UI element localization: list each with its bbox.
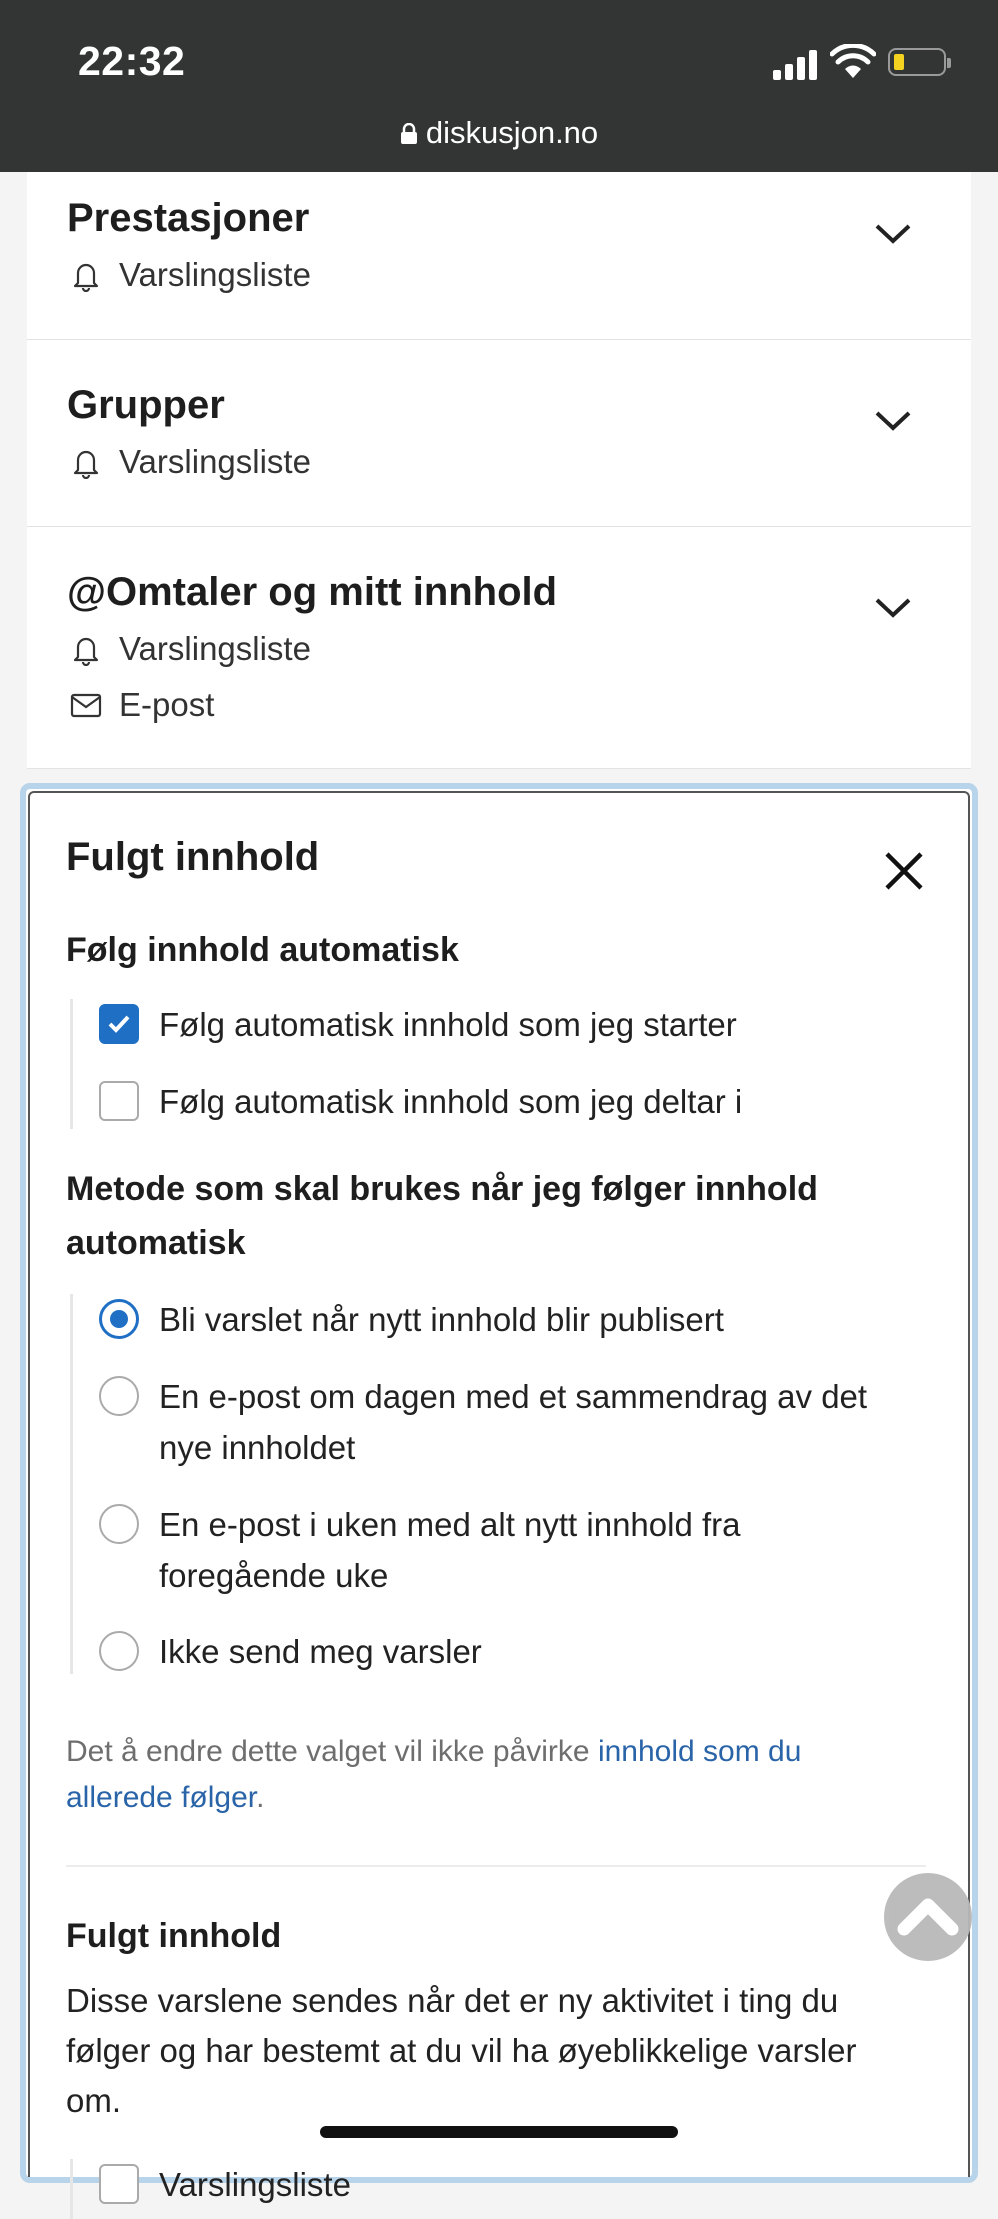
- option-label: En e-post i uken med alt nytt innhold fr…: [159, 1506, 741, 1594]
- notification-list-row: Varslingsliste: [69, 629, 311, 669]
- checkbox-unchecked[interactable]: [99, 2164, 139, 2204]
- option-label: Følg automatisk innhold som jeg deltar i: [159, 1083, 743, 1120]
- method-instant-option[interactable]: Bli varslet når nytt innhold blir publis…: [99, 1294, 879, 1345]
- auto-follow-participated-option[interactable]: Følg automatisk innhold som jeg deltar i: [99, 1076, 879, 1127]
- change-note: Det å endre dette valget vil ikke påvirk…: [66, 1729, 896, 1821]
- method-none-option[interactable]: Ikke send meg varsler: [99, 1626, 879, 1677]
- note-text: Det å endre dette valget vil ikke påvirk…: [66, 1735, 598, 1768]
- bell-icon: [73, 450, 99, 479]
- section-title: @Omtaler og mitt innhold: [67, 570, 558, 614]
- radio-selected[interactable]: [99, 1299, 139, 1339]
- option-label: Ikke send meg varsler: [159, 1633, 482, 1670]
- row-label: Varslingsliste: [119, 443, 311, 480]
- notification-list-row: Varslingsliste: [69, 442, 311, 482]
- radio-unselected[interactable]: [99, 1504, 139, 1544]
- checkmark-icon: [108, 1015, 130, 1033]
- section-title: Grupper: [67, 383, 225, 427]
- checkbox-checked[interactable]: [99, 1004, 139, 1044]
- notification-list-row: Varslingsliste: [69, 255, 311, 295]
- section-mentions[interactable]: @Omtaler og mitt innhold Varslingsliste …: [27, 527, 971, 769]
- status-bar: 22:32 diskusjon.no: [0, 0, 998, 172]
- row-label: Varslingsliste: [119, 630, 311, 667]
- section-prestasjoner[interactable]: Prestasjoner Varslingsliste: [27, 172, 971, 340]
- divider: [66, 1865, 926, 1867]
- method-heading: Metode som skal brukes når jeg følger in…: [66, 1170, 818, 1262]
- method-weekly-option[interactable]: En e-post i uken med alt nytt innhold fr…: [99, 1499, 879, 1601]
- radio-unselected[interactable]: [99, 1376, 139, 1416]
- option-label: Bli varslet når nytt innhold blir publis…: [159, 1301, 724, 1338]
- status-time: 22:32: [78, 38, 186, 84]
- bell-icon: [73, 637, 99, 666]
- address-bar[interactable]: diskusjon.no: [0, 115, 998, 151]
- panel-title: Fulgt innhold: [66, 835, 320, 879]
- chevron-down-icon[interactable]: [873, 222, 913, 246]
- method-daily-option[interactable]: En e-post om dagen med et sammendrag av …: [99, 1371, 879, 1473]
- chevron-up-icon: [897, 1898, 959, 1936]
- auto-follow-options: Følg automatisk innhold som jeg starter …: [70, 999, 742, 1129]
- option-label: Varslingsliste: [159, 2166, 351, 2203]
- row-label: Varslingsliste: [119, 256, 311, 293]
- option-label: Følg automatisk innhold som jeg starter: [159, 1006, 737, 1043]
- row-label: E-post: [119, 686, 215, 723]
- radio-unselected[interactable]: [99, 1631, 139, 1671]
- followed-notification-list-option[interactable]: Varslingsliste: [99, 2159, 879, 2210]
- chevron-down-icon[interactable]: [873, 596, 913, 620]
- note-suffix: .: [256, 1781, 265, 1814]
- section-title: Prestasjoner: [67, 196, 310, 240]
- followed-content-panel: Fulgt innhold Følg innhold automatisk Fø…: [20, 783, 978, 2219]
- cellular-signal-icon: [773, 48, 823, 80]
- battery-icon: [888, 48, 951, 76]
- followed-options: Varslingsliste: [70, 2159, 351, 2219]
- close-icon[interactable]: [882, 849, 926, 893]
- section-grupper[interactable]: Grupper Varslingsliste: [27, 340, 971, 527]
- chevron-down-icon[interactable]: [873, 409, 913, 433]
- option-label: En e-post om dagen med et sammendrag av …: [159, 1378, 868, 1466]
- checkbox-unchecked[interactable]: [99, 1081, 139, 1121]
- lock-icon: [400, 123, 417, 144]
- auto-follow-heading: Følg innhold automatisk: [66, 931, 459, 969]
- auto-follow-started-option[interactable]: Følg automatisk innhold som jeg starter: [99, 999, 879, 1050]
- method-options: Bli varslet når nytt innhold blir publis…: [70, 1294, 867, 1674]
- envelope-icon: [70, 693, 102, 718]
- home-indicator: [320, 2126, 678, 2138]
- url-text: diskusjon.no: [425, 115, 599, 150]
- followed-heading: Fulgt innhold: [66, 1917, 282, 1955]
- bell-icon: [73, 263, 99, 292]
- email-row: E-post: [69, 685, 214, 725]
- followed-description: Disse varslene sendes når det er ny akti…: [66, 1982, 857, 2119]
- scroll-to-top-button[interactable]: [884, 1873, 972, 1961]
- wifi-icon: [830, 44, 876, 78]
